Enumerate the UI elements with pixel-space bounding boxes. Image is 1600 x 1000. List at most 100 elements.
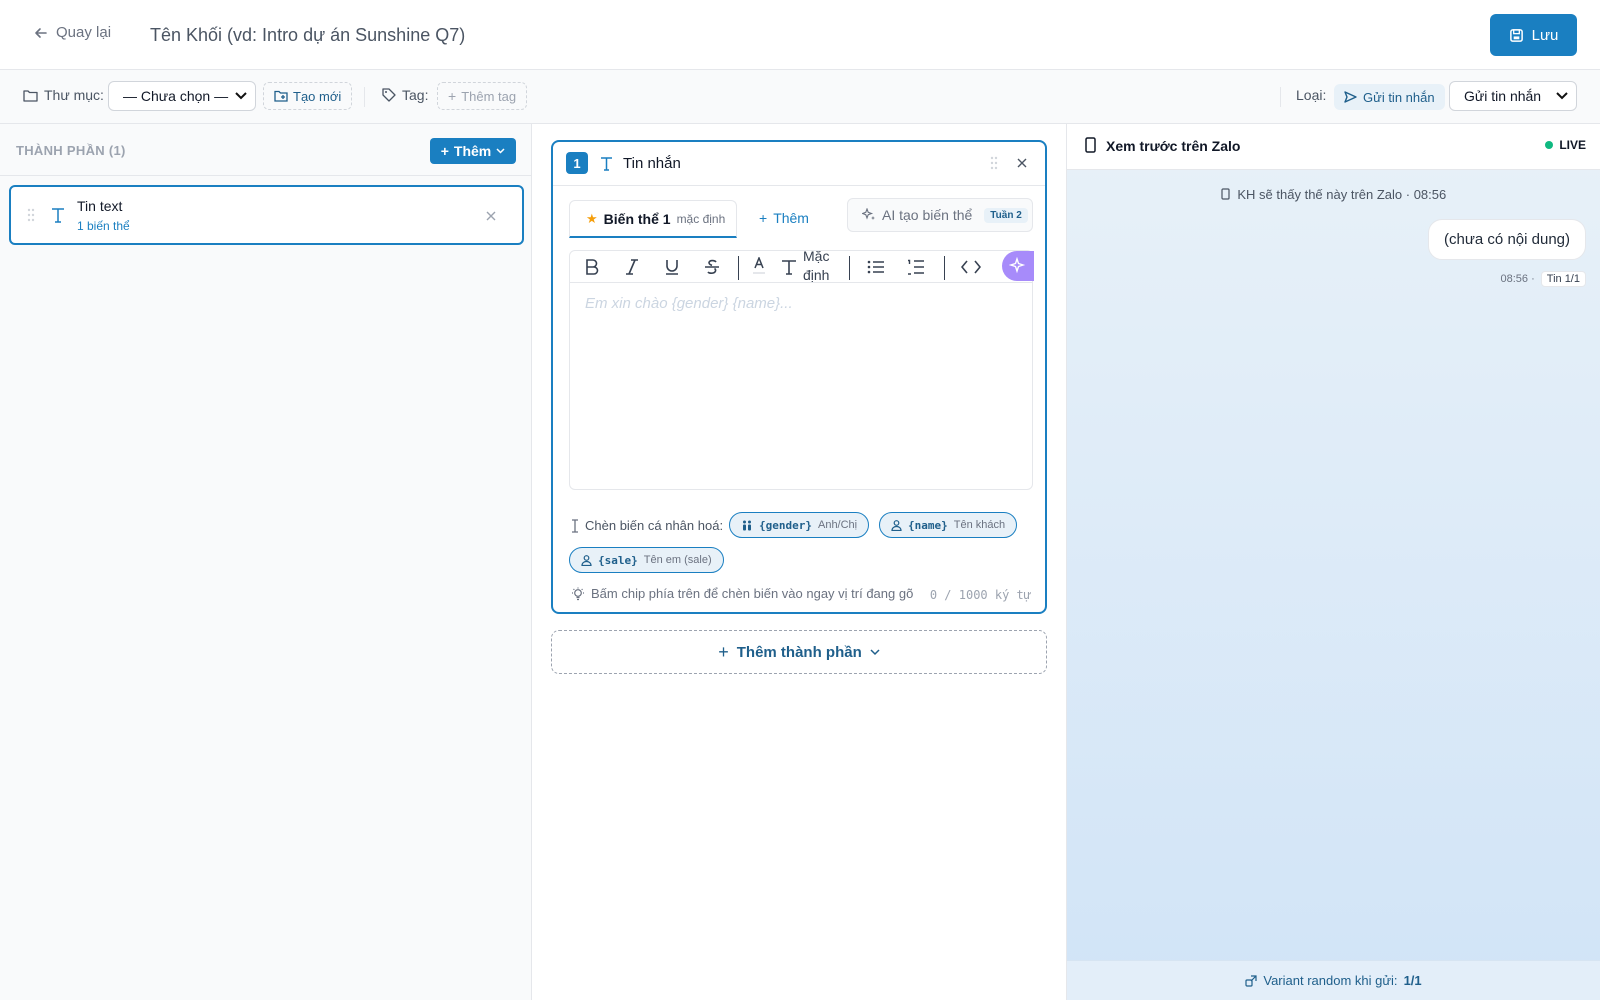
type-badge: Gửi tin nhắn — [1334, 84, 1445, 110]
close-icon[interactable] — [486, 211, 496, 221]
create-folder-label: Tạo mới — [293, 88, 342, 104]
ai-variant-button[interactable]: AI tạo biến thể Tuần 2 — [847, 198, 1033, 232]
components-title: THÀNH PHẦN (1) — [16, 143, 126, 158]
sparkles-icon — [1009, 257, 1026, 274]
numbered-list-icon — [908, 259, 924, 275]
font-size-icon — [782, 260, 796, 275]
component-name: Tin text — [77, 198, 123, 214]
save-button[interactable]: Lưu — [1490, 14, 1577, 56]
chevron-down-icon — [235, 92, 247, 100]
numbered-list-button[interactable] — [904, 255, 928, 279]
preview-title: Xem trước trên Zalo — [1106, 138, 1241, 154]
folder-select[interactable]: — Chưa chọn — — [108, 81, 256, 111]
user-icon — [891, 519, 902, 531]
bubble-meta: 08:56 · Tin 1/1 — [1501, 271, 1586, 287]
italic-button[interactable] — [620, 255, 644, 279]
variable-code: {sale} — [598, 553, 638, 567]
insert-hint: Bấm chip phía trên để chèn biến vào ngay… — [571, 586, 913, 601]
folder-field: Thư mục: — [23, 87, 104, 103]
toolbar-divider — [1280, 87, 1281, 107]
type-label: Loại: — [1296, 87, 1327, 103]
underline-icon — [666, 260, 678, 275]
font-size-button[interactable] — [777, 255, 801, 279]
folder-select-value: — Chưa chọn — — [123, 88, 229, 104]
shuffle-icon — [1245, 974, 1257, 987]
bullet-list-icon — [867, 260, 884, 274]
tag-icon — [382, 88, 396, 102]
back-link[interactable]: Quay lại — [34, 24, 111, 41]
add-component-dashed-button[interactable]: + Thêm thành phần — [551, 630, 1047, 674]
type-select-value: Gửi tin nhắn — [1464, 88, 1542, 104]
live-label: LIVE — [1559, 138, 1586, 152]
preview-footer: Variant random khi gửi: 1/1 — [1067, 960, 1600, 1000]
back-label: Quay lại — [56, 24, 112, 41]
font-default-label[interactable]: Mặc định — [803, 247, 837, 285]
chevron-down-icon — [870, 648, 880, 655]
drag-handle-icon[interactable] — [27, 208, 35, 222]
phone-icon — [1221, 188, 1230, 200]
bold-button[interactable] — [580, 255, 604, 279]
ai-week-badge: Tuần 2 — [984, 207, 1028, 223]
tab-variant-label: Biến thể 1 — [603, 210, 671, 227]
footer-label: Variant random khi gửi: — [1263, 973, 1398, 988]
message-editor[interactable] — [569, 282, 1033, 490]
folder-plus-icon — [274, 90, 288, 102]
add-tag-label: Thêm tag — [461, 88, 517, 104]
variable-chip-gender[interactable]: {gender} Anh/Chị — [729, 512, 870, 538]
type-select[interactable]: Gửi tin nhắn — [1449, 81, 1577, 111]
add-tag-button[interactable]: + Thêm tag — [437, 82, 528, 110]
component-index-badge: 1 — [566, 152, 588, 174]
preview-panel: Xem trước trên Zalo LIVE KH sẽ thấy thế … — [1067, 124, 1600, 1000]
text-color-button[interactable] — [747, 255, 771, 279]
preview-note: KH sẽ thấy thế này trên Zalo · 08:56 — [1067, 187, 1600, 202]
strikethrough-icon — [705, 259, 719, 274]
create-folder-button[interactable]: Tạo mới — [263, 82, 353, 110]
text-color-icon — [753, 257, 765, 274]
tab-variant-1[interactable]: ★ Biến thể 1 mặc định — [569, 200, 737, 238]
add-variant-button[interactable]: + Thêm — [759, 210, 809, 226]
close-icon[interactable] — [1017, 158, 1027, 168]
people-icon — [743, 520, 751, 530]
star-icon: ★ — [586, 210, 598, 226]
underline-button[interactable] — [660, 255, 684, 279]
editor-card-title: Tin nhắn — [623, 155, 681, 172]
variable-desc: Tên khách — [953, 519, 1006, 531]
tag-field: Tag: — [382, 87, 428, 103]
bubble-time: 08:56 · — [1500, 273, 1535, 285]
code-button[interactable] — [959, 255, 983, 279]
save-label: Lưu — [1531, 26, 1559, 44]
text-type-icon — [601, 157, 612, 171]
strikethrough-button[interactable] — [700, 255, 724, 279]
add-component-label: Thêm — [453, 143, 492, 159]
footer-value: 1/1 — [1403, 973, 1422, 988]
message-editor-card: 1 Tin nhắn ★ Biến thể 1 mặc định + Thêm … — [551, 140, 1047, 614]
format-divider — [849, 256, 850, 280]
message-textarea[interactable] — [570, 283, 1032, 489]
sales-person-icon — [581, 554, 592, 566]
variable-desc: Anh/Chị — [817, 519, 858, 531]
component-item[interactable]: Tin text 1 biến thể — [9, 185, 524, 245]
variables-label: Chèn biến cá nhân hoá: — [571, 518, 723, 533]
variable-desc: Tên em (sale) — [643, 554, 712, 566]
variable-chip-name[interactable]: {name} Tên khách — [879, 512, 1018, 538]
ai-sparkle-button[interactable] — [1002, 251, 1034, 281]
plus-icon: + — [448, 88, 457, 104]
variables-label-text: Chèn biến cá nhân hoá: — [585, 518, 724, 533]
text-type-icon — [52, 208, 64, 223]
drag-handle-icon[interactable] — [990, 156, 998, 170]
components-header: THÀNH PHẦN (1) + Thêm — [0, 124, 532, 176]
add-component-dashed-label: Thêm thành phần — [736, 643, 862, 661]
add-component-button[interactable]: + Thêm — [430, 138, 516, 164]
variable-code: {gender} — [759, 518, 812, 532]
block-name-input[interactable] — [150, 20, 750, 50]
variable-chip-sale[interactable]: {sale} Tên em (sale) — [569, 547, 724, 573]
char-counter: 0 / 1000 ký tự — [929, 588, 1031, 602]
tab-default-badge: mặc định — [676, 211, 726, 226]
bullet-list-button[interactable] — [864, 255, 888, 279]
component-subtitle: 1 biến thể — [77, 219, 130, 233]
text-cursor-icon — [572, 518, 578, 533]
preview-header: Xem trước trên Zalo LIVE — [1067, 124, 1600, 170]
chevron-down-icon — [496, 148, 505, 154]
bubble-count-tag: Tin 1/1 — [1540, 271, 1586, 287]
format-toolbar: Mặc định — [569, 247, 1034, 285]
